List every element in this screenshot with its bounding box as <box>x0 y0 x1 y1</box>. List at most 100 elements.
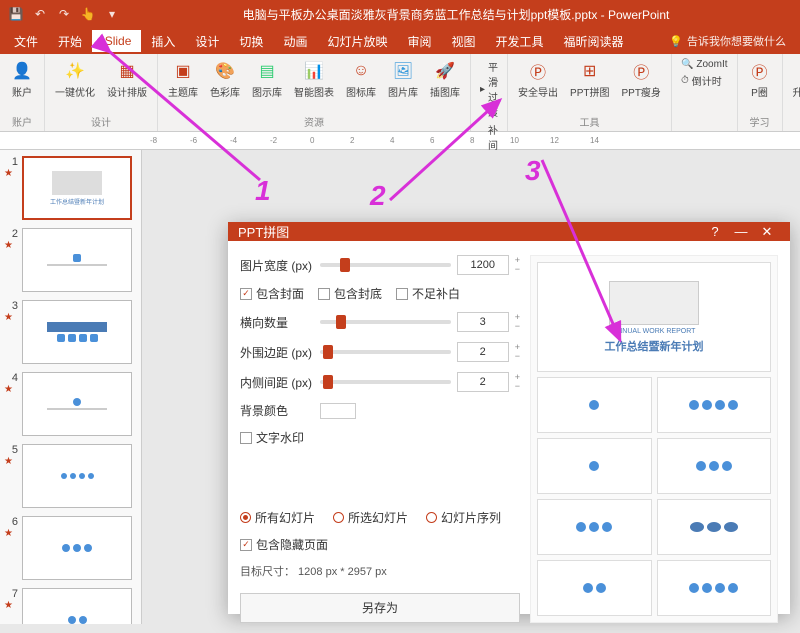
help-button[interactable]: ? <box>702 224 728 239</box>
outer-margin-label: 外围边距 (px) <box>240 344 314 361</box>
tab-transitions[interactable]: 切换 <box>229 29 273 54</box>
width-label: 图片宽度 (px) <box>240 257 314 274</box>
color-lib-button[interactable]: 🎨色彩库 <box>206 58 244 101</box>
columns-stepper[interactable]: +− <box>515 313 520 331</box>
thumbnail-5[interactable]: 5★ <box>4 444 137 508</box>
ppt-stitch-button[interactable]: ⊞PPT拼图 <box>566 58 613 101</box>
ppt-compress-button[interactable]: ⓅPPT瘦身 <box>617 58 664 101</box>
tab-home[interactable]: 开始 <box>48 29 92 54</box>
ribbon-tabs: 文件 开始 iSlide 插入 设计 切换 动画 幻灯片放映 审阅 视图 开发工… <box>0 28 800 54</box>
minimize-button[interactable]: — <box>728 224 754 239</box>
tab-file[interactable]: 文件 <box>4 29 48 54</box>
ppt-stitch-dialog: PPT拼图 ? — ✕ 图片宽度 (px) 1200 +− ✓包含封面 包含封底… <box>228 222 790 614</box>
image-lib-button[interactable]: 🖼图片库 <box>384 58 422 101</box>
preview-thumb <box>657 560 772 616</box>
preview-thumb <box>657 438 772 494</box>
upgrade-button[interactable]: ♛升级会员 <box>789 58 800 101</box>
export-button[interactable]: Ⓟ安全导出 <box>514 58 562 101</box>
width-stepper[interactable]: +− <box>515 256 520 274</box>
tab-review[interactable]: 审阅 <box>397 29 441 54</box>
columns-slider[interactable] <box>320 320 451 324</box>
tab-foxit[interactable]: 福昕阅读器 <box>554 29 634 54</box>
thumbnail-6[interactable]: 6★ <box>4 516 137 580</box>
bg-color-picker[interactable] <box>320 403 356 419</box>
qat-dropdown-icon[interactable]: ▾ <box>104 6 120 22</box>
layout-button[interactable]: ▦设计排版 <box>103 58 151 101</box>
ribbon-group-extras: 🔍ZoomIt ⏱倒计时 <box>672 54 738 131</box>
inner-gap-slider[interactable] <box>320 380 451 384</box>
thumbnail-4[interactable]: 4★ <box>4 372 137 436</box>
thumbnail-7[interactable]: 7★ <box>4 588 137 624</box>
illus-lib-button[interactable]: 🚀插图库 <box>426 58 464 101</box>
ribbon-group-more: ♛升级会员 ⓘ关于 ⚙设置 更多 <box>783 54 800 131</box>
preview-thumb <box>537 438 652 494</box>
save-as-button[interactable]: 另存为 <box>240 593 520 623</box>
include-hidden-checkbox[interactable]: ✓包含隐藏页面 <box>240 536 328 553</box>
slide-thumbnails-panel[interactable]: 1★ 工作总结暨新年计划 2★ 3★ 4★ 5★ 6★ 7★ <box>0 150 142 624</box>
tab-islide[interactable]: iSlide <box>92 30 141 52</box>
outer-margin-input[interactable]: 2 <box>457 342 509 362</box>
pcircle-button[interactable]: ⓅP圈 <box>744 58 776 101</box>
bulb-icon: 💡 <box>669 35 683 48</box>
radio-all-slides[interactable]: 所有幻灯片 <box>240 509 315 526</box>
dialog-titlebar[interactable]: PPT拼图 ? — ✕ <box>228 222 790 241</box>
undo-icon[interactable]: ↶ <box>32 6 48 22</box>
redo-icon[interactable]: ↷ <box>56 6 72 22</box>
title-bar: 💾 ↶ ↷ 👆 ▾ 电脑与平板办公桌面淡雅灰背景商务蓝工作总结与计划ppt模板.… <box>0 0 800 28</box>
diagram-lib-button[interactable]: ▤图示库 <box>248 58 286 101</box>
ribbon-group-design: ✨一键优化 ▦设计排版 设计 <box>45 54 158 131</box>
tab-developer[interactable]: 开发工具 <box>486 29 554 54</box>
width-slider[interactable] <box>320 263 451 267</box>
chart-lib-button[interactable]: 📊智能图表 <box>290 58 338 101</box>
outer-margin-stepper[interactable]: +− <box>515 343 520 361</box>
inner-gap-label: 内侧间距 (px) <box>240 374 314 391</box>
radio-selected-slides[interactable]: 所选幻灯片 <box>333 509 408 526</box>
tab-animations[interactable]: 动画 <box>273 29 317 54</box>
ribbon: 👤账户 账户 ✨一键优化 ▦设计排版 设计 ▣主题库 🎨色彩库 ▤图示库 📊智能… <box>0 54 800 132</box>
ribbon-group-animation: ▸平滑过渡 ▸补间动画 ▸时间缩放 动画 <box>471 54 508 131</box>
morph-button[interactable]: ▸平滑过渡 <box>477 58 501 120</box>
preview-thumb <box>537 560 652 616</box>
thumbnail-2[interactable]: 2★ <box>4 228 137 292</box>
preview-hero: ANNUAL WORK REPORT 工作总结暨新年计划 <box>537 262 771 372</box>
inner-gap-stepper[interactable]: +− <box>515 373 520 391</box>
optimize-button[interactable]: ✨一键优化 <box>51 58 99 101</box>
account-button[interactable]: 👤账户 <box>6 58 38 101</box>
theme-lib-button[interactable]: ▣主题库 <box>164 58 202 101</box>
group-label-learning: 学习 <box>750 113 770 129</box>
inner-gap-input[interactable]: 2 <box>457 372 509 392</box>
radio-sequence[interactable]: 幻灯片序列 <box>426 509 501 526</box>
tab-view[interactable]: 视图 <box>441 29 485 54</box>
columns-label: 横向数量 <box>240 314 314 331</box>
tab-design[interactable]: 设计 <box>185 29 229 54</box>
tab-insert[interactable]: 插入 <box>141 29 185 54</box>
ribbon-group-tools: Ⓟ安全导出 ⊞PPT拼图 ⓅPPT瘦身 工具 <box>508 54 672 131</box>
group-label-tools: 工具 <box>579 113 599 129</box>
columns-input[interactable]: 3 <box>457 312 509 332</box>
width-input[interactable]: 1200 <box>457 255 509 275</box>
tell-me[interactable]: 💡 告诉我你想要做什么 <box>669 33 796 49</box>
touch-icon[interactable]: 👆 <box>80 6 96 22</box>
timer-button[interactable]: ⏱倒计时 <box>678 72 731 89</box>
quick-access-toolbar: 💾 ↶ ↷ 👆 ▾ <box>8 6 120 22</box>
watermark-checkbox[interactable]: 文字水印 <box>240 429 304 446</box>
tab-slideshow[interactable]: 幻灯片放映 <box>317 29 397 54</box>
close-button[interactable]: ✕ <box>754 224 780 240</box>
zoomit-button[interactable]: 🔍ZoomIt <box>678 58 731 71</box>
thumbnail-3[interactable]: 3★ <box>4 300 137 364</box>
group-label-account: 账户 <box>12 113 32 129</box>
include-cover-checkbox[interactable]: ✓包含封面 <box>240 285 304 302</box>
preview-panel[interactable]: ANNUAL WORK REPORT 工作总结暨新年计划 <box>530 255 778 623</box>
pad-checkbox[interactable]: 不足补白 <box>396 285 460 302</box>
icon-lib-button[interactable]: ☺图标库 <box>342 58 380 101</box>
preview-thumb <box>537 499 652 555</box>
include-back-checkbox[interactable]: 包含封底 <box>318 285 382 302</box>
tell-me-text: 告诉我你想要做什么 <box>687 33 786 49</box>
horizontal-ruler: -8-6-4-202468101214 <box>0 132 800 150</box>
thumbnail-1[interactable]: 1★ 工作总结暨新年计划 <box>4 156 137 220</box>
save-icon[interactable]: 💾 <box>8 6 24 22</box>
group-label-extras <box>703 117 706 129</box>
bg-color-label: 背景颜色 <box>240 402 314 419</box>
outer-margin-slider[interactable] <box>320 350 451 354</box>
ribbon-group-learning: ⓅP圈 学习 <box>738 54 783 131</box>
